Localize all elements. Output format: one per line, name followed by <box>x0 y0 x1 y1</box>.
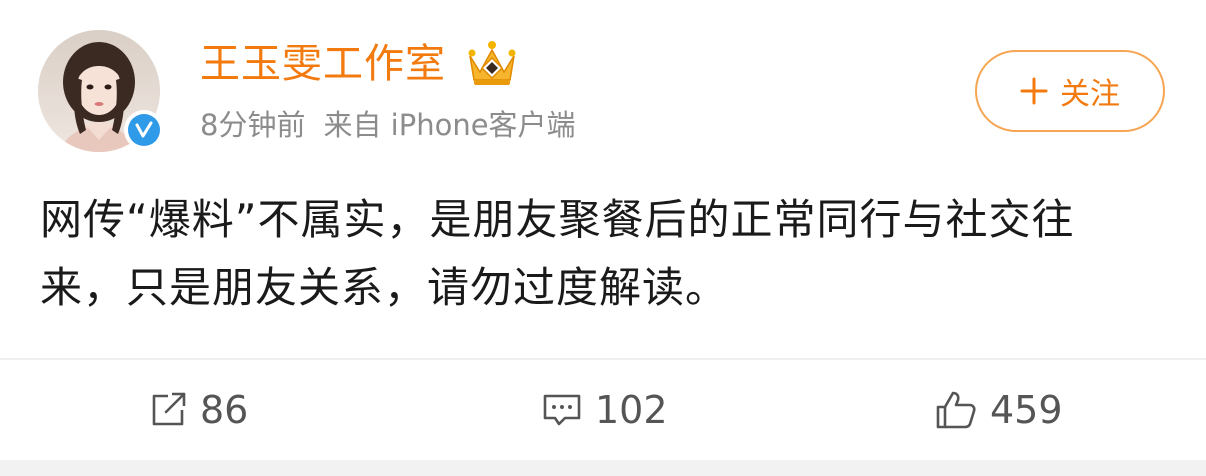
like-button[interactable]: 459 <box>934 388 1063 432</box>
post-text: 网传“爆料”不属实，是朋友聚餐后的正常同行与社交往 来，只是朋友关系，请勿过度解… <box>40 186 1170 322</box>
repost-icon <box>152 392 186 426</box>
author-name[interactable]: 王玉雯工作室 <box>200 38 446 90</box>
post-time: 8分钟前 <box>200 108 306 142</box>
post-meta: 8分钟前 来自 iPhone客户端 <box>200 105 576 145</box>
post-text-line-1: 网传“爆料”不属实，是朋友聚餐后的正常同行与社交往 <box>40 195 1075 244</box>
comment-count: 102 <box>595 388 668 432</box>
thumbs-up-icon <box>936 391 976 429</box>
like-count: 459 <box>990 388 1063 432</box>
comment-button[interactable]: 102 <box>541 388 668 432</box>
post-text-line-2: 来，只是朋友关系，请勿过度解读。 <box>40 263 729 312</box>
feed-separator <box>0 460 1206 476</box>
comment-icon <box>543 394 581 426</box>
verified-checkmark-icon <box>128 114 160 146</box>
repost-count: 86 <box>200 388 249 432</box>
follow-button-label: 关注 <box>1060 77 1120 112</box>
weibo-post-card: 王玉雯工作室 8分钟前 来自 iPhone客户端 关注 网传“爆料”不属实，是朋友… <box>0 0 1206 476</box>
follow-button[interactable]: 关注 <box>975 50 1165 132</box>
plus-icon <box>1020 77 1048 105</box>
verified-badge <box>124 110 164 150</box>
author-avatar-container[interactable] <box>38 30 164 152</box>
post-source: 来自 iPhone客户端 <box>323 108 576 142</box>
repost-button[interactable]: 86 <box>148 388 248 432</box>
gold-crown-icon[interactable] <box>464 38 520 88</box>
action-bar: 86 102 459 <box>0 360 1206 460</box>
